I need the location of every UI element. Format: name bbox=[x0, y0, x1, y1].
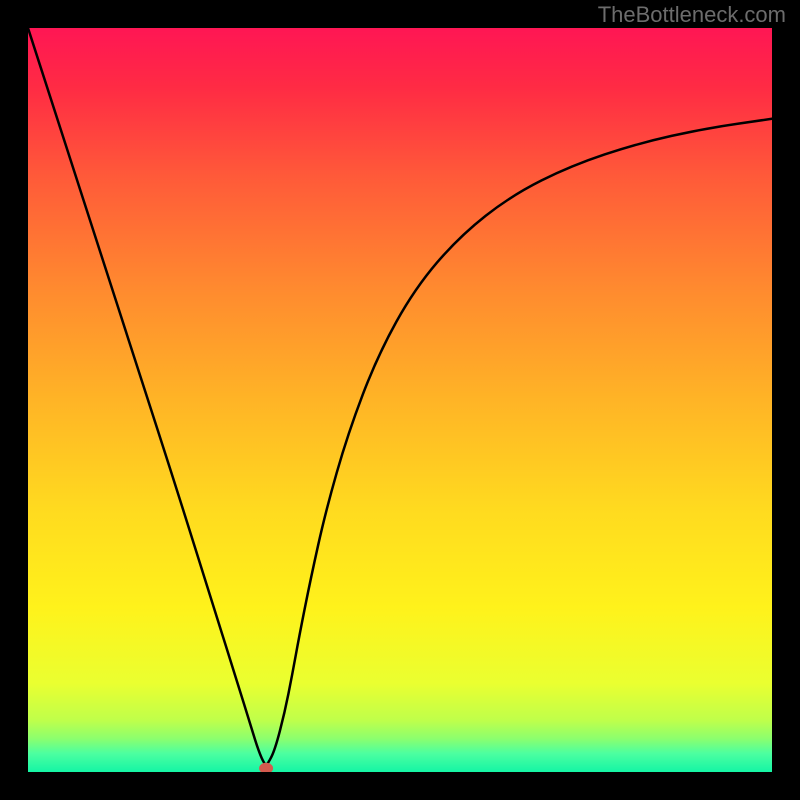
plot-area bbox=[28, 28, 772, 772]
watermark-label: TheBottleneck.com bbox=[598, 2, 786, 28]
chart-frame: TheBottleneck.com bbox=[0, 0, 800, 800]
chart-svg bbox=[28, 28, 772, 772]
